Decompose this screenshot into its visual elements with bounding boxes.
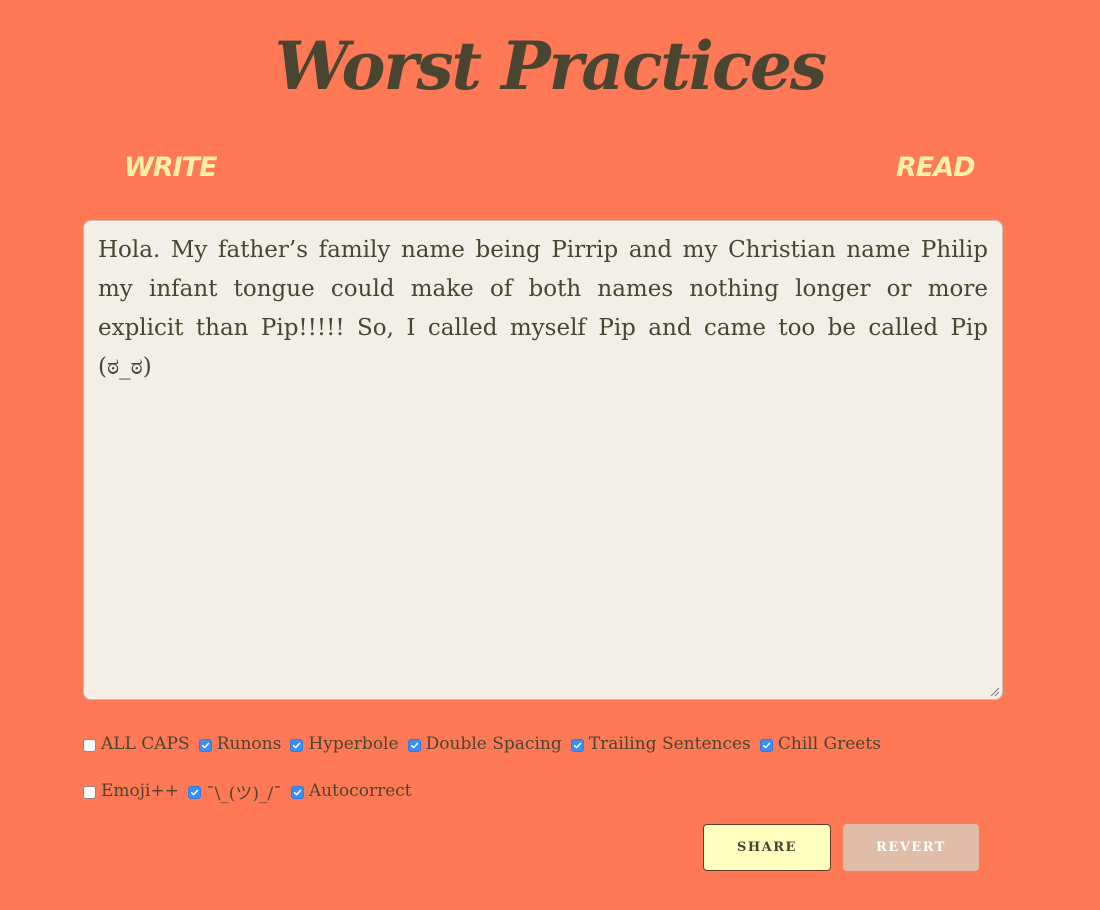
text-editor[interactable]: Hola. My father’s family name being Pirr… [83,220,1003,700]
editor-text: Hola. My father’s family name being Pirr… [98,237,988,380]
option-label: Emoji++ [101,781,179,801]
options-list: ALL CAPS Runons Hyperbole Double Spacing… [83,724,983,818]
option-label: Trailing Sentences [588,734,751,754]
checkmark-icon [410,742,418,749]
checkbox[interactable] [759,739,773,752]
share-button[interactable]: SHARE [703,824,831,871]
checkbox[interactable] [290,786,304,799]
checkbox[interactable] [188,786,202,799]
option-shrug[interactable]: ¯\_(ツ)_/¯ [188,771,282,811]
option-label: Runons [216,734,282,754]
checkmark-icon [293,742,301,749]
checkbox[interactable] [83,786,96,799]
checkbox[interactable] [290,739,304,752]
checkbox[interactable] [83,739,96,752]
checkmark-icon [190,789,199,796]
option-label: Autocorrect [308,781,412,801]
nav-write-link[interactable]: WRITE [124,148,217,188]
option-label: ALL CAPS [101,734,190,754]
option-double-spacing[interactable]: Double Spacing [407,724,562,764]
revert-button[interactable]: REVERT [843,824,979,871]
option-chill-greets[interactable]: Chill Greets [759,724,881,764]
option-emoji[interactable]: Emoji++ [83,771,179,811]
checkmark-icon [573,742,582,749]
option-autocorrect[interactable]: Autocorrect [290,771,412,811]
option-label: Double Spacing [425,734,562,754]
checkmark-icon [201,742,210,749]
option-trailing-sentences[interactable]: Trailing Sentences [570,724,751,764]
nav-read-link[interactable]: READ [896,148,976,188]
option-label: Hyperbole [308,734,399,754]
page-title: Worst Practices [274,27,827,105]
option-hyperbole[interactable]: Hyperbole [290,724,399,764]
option-runons[interactable]: Runons [198,724,282,764]
option-all-caps[interactable]: ALL CAPS [83,724,190,764]
checkbox[interactable] [407,739,421,752]
option-label: Chill Greets [777,734,881,754]
option-label: ¯\_(ツ)_/¯ [206,783,282,804]
checkmark-icon [293,789,302,796]
checkbox[interactable] [198,739,212,752]
resize-grip-icon[interactable] [989,686,999,696]
checkmark-icon [762,742,771,749]
checkbox[interactable] [570,739,584,752]
